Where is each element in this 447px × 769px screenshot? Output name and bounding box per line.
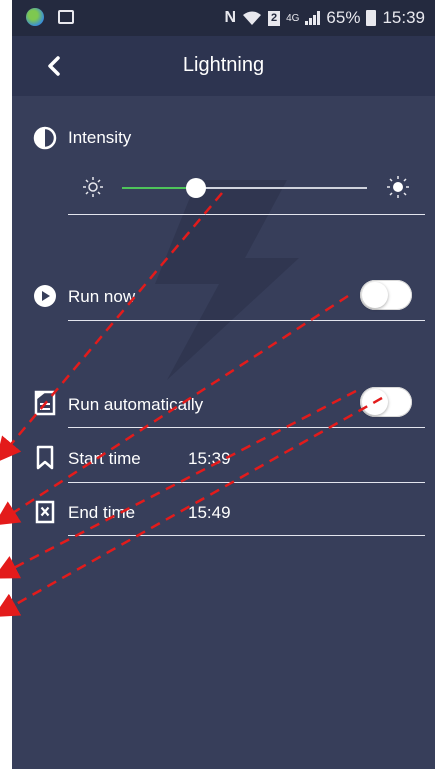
slider-thumb[interactable] — [186, 178, 206, 198]
image-notification-icon — [58, 10, 74, 24]
play-circle-icon — [32, 283, 58, 309]
status-left-icons — [26, 8, 74, 26]
intensity-label: Intensity — [68, 128, 132, 147]
app-bar: Lightning — [12, 36, 435, 96]
wifi-icon — [243, 11, 262, 25]
bookmark-icon — [32, 445, 58, 471]
contrast-icon — [32, 125, 58, 151]
status-right: N 2 4G 65% 15:39 — [225, 8, 425, 28]
end-time-label: End time — [68, 503, 136, 522]
network-type: 4G — [286, 12, 300, 24]
lightning-bolt-watermark — [155, 180, 299, 380]
run-now-toggle[interactable] — [360, 280, 412, 310]
start-time-value[interactable]: 15:39 — [188, 449, 231, 469]
sim-icon: 2 — [268, 10, 281, 26]
intensity-slider[interactable] — [122, 177, 367, 199]
sun-low-icon — [83, 177, 103, 197]
divider — [68, 482, 425, 483]
divider — [68, 535, 425, 536]
end-time-value[interactable]: 15:49 — [188, 503, 231, 523]
app-notification-icon — [26, 8, 44, 26]
run-now-label: Run now — [68, 287, 136, 306]
phone-screen: N 2 4G 65% 15:39 Lightning Intensity Run… — [12, 0, 435, 769]
bookmark-x-icon — [32, 500, 58, 526]
run-automatically-toggle[interactable] — [360, 387, 412, 417]
slider-fill — [122, 187, 196, 189]
start-time-label: Start time — [68, 449, 141, 468]
signal-icon — [305, 11, 321, 25]
sun-high-icon — [387, 176, 409, 198]
status-time: 15:39 — [382, 8, 425, 27]
divider — [68, 320, 425, 321]
toggle-knob — [362, 282, 388, 308]
run-automatically-label: Run automatically — [68, 395, 204, 414]
status-bar: N 2 4G 65% 15:39 — [12, 0, 435, 36]
toggle-knob — [362, 389, 388, 415]
battery-percent: 65% — [326, 8, 361, 27]
nfc-icon: N — [224, 9, 237, 26]
divider — [68, 214, 425, 215]
battery-icon — [366, 10, 377, 26]
page-title: Lightning — [182, 54, 265, 76]
divider — [68, 427, 425, 428]
schedule-note-icon — [32, 390, 58, 416]
